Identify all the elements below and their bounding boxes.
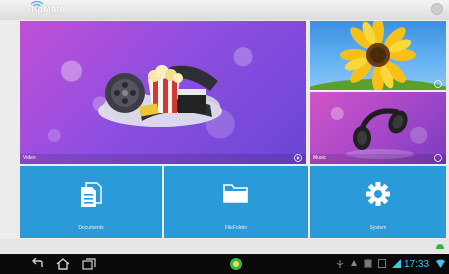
recent-apps-icon[interactable] bbox=[82, 258, 96, 270]
photo-corner-icon[interactable] bbox=[434, 80, 442, 88]
filefolder-label: FileFolder bbox=[224, 225, 248, 231]
folder-icon bbox=[223, 184, 248, 203]
status-strip bbox=[0, 239, 449, 253]
sd-card-icon bbox=[364, 259, 372, 268]
play-icon[interactable] bbox=[294, 154, 302, 162]
app-title: TripMate bbox=[26, 4, 66, 14]
video-tile[interactable]: Video bbox=[20, 21, 306, 164]
video-label: Video bbox=[23, 155, 36, 161]
title-bar: TripMate bbox=[0, 0, 449, 20]
music-label: Music bbox=[313, 155, 327, 161]
documents-button[interactable]: Documents bbox=[20, 166, 162, 238]
documents-label: Documents bbox=[78, 225, 104, 231]
music-tile[interactable]: Music bbox=[310, 92, 446, 164]
usb-icon bbox=[336, 260, 344, 268]
music-tile-bar bbox=[310, 154, 446, 164]
photo-tile[interactable] bbox=[310, 21, 446, 90]
clock: 17:33 bbox=[404, 259, 430, 270]
signal-icon bbox=[392, 259, 401, 268]
screenshot-icon bbox=[378, 259, 386, 268]
sunflower-image bbox=[310, 21, 446, 90]
film-popcorn-illustration bbox=[98, 65, 222, 127]
back-icon[interactable] bbox=[30, 258, 44, 270]
document-icon bbox=[81, 182, 102, 207]
music-corner-icon[interactable] bbox=[434, 154, 442, 162]
android-icon bbox=[436, 244, 444, 249]
system-nav-bar: 17:33 bbox=[0, 254, 449, 274]
exit-button[interactable] bbox=[431, 3, 443, 15]
wifi-status-icon bbox=[436, 259, 445, 268]
video-tile-bar bbox=[20, 154, 306, 164]
filefolder-button[interactable]: FileFolder bbox=[164, 166, 308, 238]
app-center-icon[interactable] bbox=[229, 257, 243, 271]
home-icon[interactable] bbox=[56, 258, 70, 270]
gear-icon bbox=[366, 182, 390, 206]
notification-icon bbox=[351, 260, 357, 266]
system-label: System bbox=[369, 225, 387, 231]
system-button[interactable]: System bbox=[310, 166, 446, 238]
